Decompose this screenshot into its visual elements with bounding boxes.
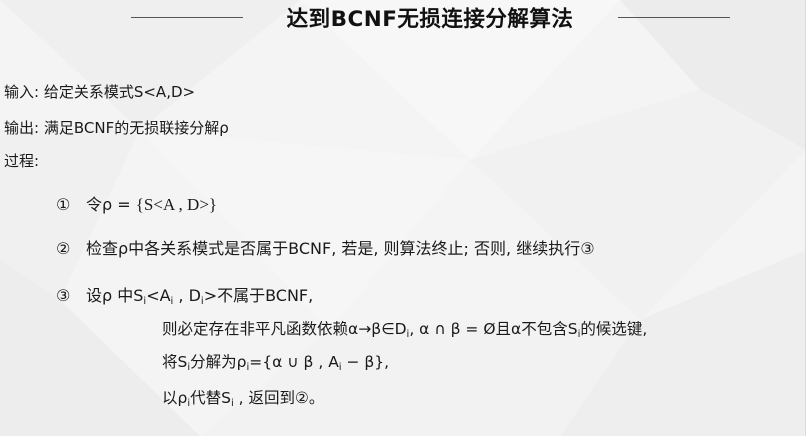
input-text: 给定关系模式S<A,D>: [43, 83, 196, 101]
detail-2-text-a: 将S: [162, 353, 188, 371]
output-text: 满足BCNF的无损联接分解ρ: [43, 119, 229, 137]
step-3-text-d: >不属于BCNF,: [203, 286, 314, 305]
detail-1-text-a: 则必定存在非平凡函数依赖α→β∈D: [162, 320, 407, 338]
step-3: ③ 设ρ 中Si<Ai , Di>不属于BCNF,: [56, 282, 313, 307]
title-rule-left: [131, 17, 243, 18]
step-2-number: ②: [56, 239, 71, 258]
step-1: ① 令ρ = {S<A , D>}: [56, 191, 217, 215]
step-2-text: 检查ρ中各关系模式是否属于BCNF, 若是, 则算法终止; 否则, 继续执行③: [86, 239, 595, 258]
detail-1-text-b: , α ∩ β = Ø且α不包含S: [409, 320, 578, 338]
input-label: 输入:: [4, 83, 40, 101]
detail-3-text-b: 代替S: [190, 389, 231, 407]
step-2: ② 检查ρ中各关系模式是否属于BCNF, 若是, 则算法终止; 否则, 继续执行③: [56, 235, 595, 259]
step-3-text-c: , D: [173, 286, 201, 305]
detail-2-text-d: − β},: [341, 353, 390, 371]
detail-1-text-c: 的候选键,: [580, 320, 648, 338]
slide-title: 达到BCNF无损连接分解算法: [286, 7, 574, 32]
detail-3-text-c: , 返回到②。: [233, 389, 325, 407]
detail-2-text-b: 分解为ρ: [190, 353, 247, 371]
step-3-detail-2: 将Si分解为ρi={α ∪ β , Ai − β},: [162, 350, 389, 373]
process-label: 过程:: [4, 152, 40, 170]
step-1-text: 令ρ =: [86, 195, 136, 214]
detail-3-text-a: 以ρ: [162, 389, 188, 407]
detail-2-text-c: ={α ∪ β , A: [249, 353, 339, 371]
step-1-formula: {S<A , D>}: [135, 195, 218, 214]
step-3-text-a: 设ρ 中S: [86, 286, 144, 305]
title-rule-right: [618, 17, 730, 18]
input-line: 输入: 给定关系模式S<A,D>: [4, 81, 195, 102]
step-3-text-b: <A: [146, 286, 171, 305]
output-line: 输出: 满足BCNF的无损联接分解ρ: [4, 117, 229, 138]
slide: 达到BCNF无损连接分解算法 输入: 给定关系模式S<A,D> 输出: 满足BC…: [0, 0, 806, 436]
step-1-number: ①: [56, 195, 71, 214]
step-3-number: ③: [56, 286, 71, 305]
title-bar: 达到BCNF无损连接分解算法: [0, 2, 806, 32]
output-label: 输出:: [4, 119, 40, 137]
step-3-detail-3: 以ρi代替Si , 返回到②。: [162, 386, 324, 409]
process-line: 过程:: [4, 150, 39, 171]
step-3-detail-1: 则必定存在非平凡函数依赖α→β∈Di, α ∩ β = Ø且α不包含Si的候选键…: [162, 317, 647, 340]
